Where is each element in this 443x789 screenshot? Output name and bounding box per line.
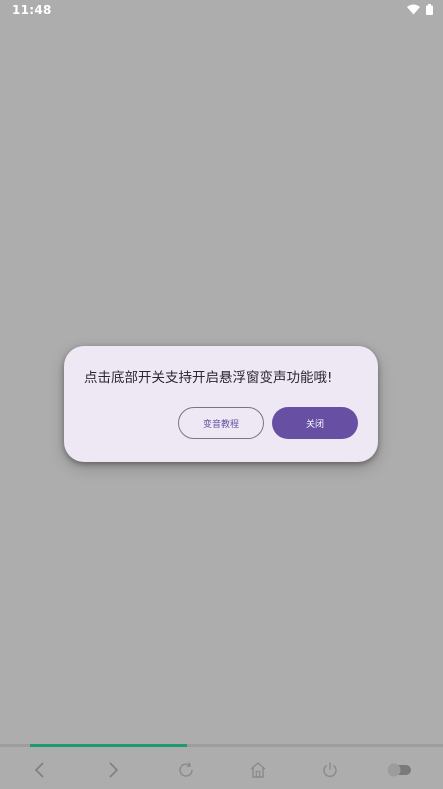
home-icon[interactable]	[248, 760, 268, 780]
browser-bottom-bar	[0, 744, 443, 789]
status-icons	[407, 4, 433, 15]
battery-icon	[426, 4, 433, 15]
status-bar: 11:48	[0, 0, 443, 20]
wifi-icon	[407, 4, 420, 15]
page-load-progress	[0, 744, 443, 747]
status-time: 11:48	[12, 3, 52, 17]
back-arrow-icon[interactable]	[30, 760, 50, 780]
voice-tutorial-button[interactable]: 变音教程	[178, 407, 264, 439]
dialog-message: 点击底部开关支持开启悬浮窗变声功能哦!	[84, 370, 333, 386]
floating-window-dialog: 点击底部开关支持开启悬浮窗变声功能哦! 变音教程 关闭	[64, 346, 378, 462]
progress-fill	[30, 744, 187, 747]
toggle-icon[interactable]	[386, 760, 414, 780]
close-button[interactable]: 关闭	[272, 407, 358, 439]
power-icon[interactable]	[320, 760, 340, 780]
refresh-icon[interactable]	[176, 760, 196, 780]
forward-arrow-icon[interactable]	[103, 760, 123, 780]
